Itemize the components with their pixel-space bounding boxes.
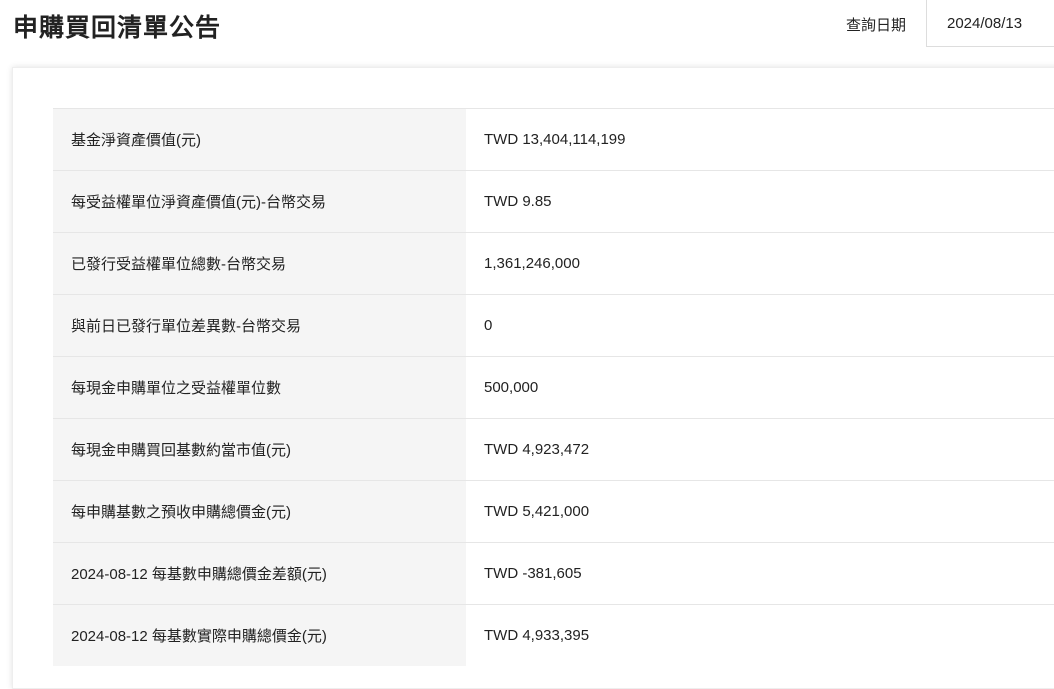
info-card: 基金淨資產價值(元) TWD 13,404,114,199 每受益權單位淨資產價值(…	[12, 67, 1054, 689]
table-row: 與前日已發行單位差異數-台幣交易 0	[53, 294, 1054, 357]
row-value: TWD 5,421,000	[466, 480, 1054, 543]
table-row: 基金淨資產價值(元) TWD 13,404,114,199	[53, 108, 1054, 171]
row-label: 基金淨資產價值(元)	[53, 108, 466, 171]
row-label: 與前日已發行單位差異數-台幣交易	[53, 294, 466, 357]
row-value: TWD 13,404,114,199	[466, 108, 1054, 171]
row-value: TWD 9.85	[466, 170, 1054, 233]
row-value: TWD 4,933,395	[466, 604, 1054, 666]
row-label: 2024-08-12 每基數實際申購總價金(元)	[53, 604, 466, 666]
table-row: 每現金申購單位之受益權單位數 500,000	[53, 356, 1054, 419]
row-value: 0	[466, 294, 1054, 357]
row-value: TWD -381,605	[466, 542, 1054, 605]
row-value: 500,000	[466, 356, 1054, 419]
table-row: 2024-08-12 每基數實際申購總價金(元) TWD 4,933,395	[53, 604, 1054, 666]
fund-info-table: 基金淨資產價值(元) TWD 13,404,114,199 每受益權單位淨資產價值(…	[53, 108, 1054, 666]
query-date-input[interactable]: 2024/08/13	[926, 0, 1054, 47]
row-label: 每申購基數之預收申購總價金(元)	[53, 480, 466, 543]
page-title: 申購買回清單公告	[13, 14, 222, 42]
table-row: 每申購基數之預收申購總價金(元) TWD 5,421,000	[53, 480, 1054, 543]
row-label: 每受益權單位淨資產價值(元)-台幣交易	[53, 170, 466, 233]
table-row: 每受益權單位淨資產價值(元)-台幣交易 TWD 9.85	[53, 170, 1054, 233]
table-row: 已發行受益權單位總數-台幣交易 1,361,246,000	[53, 232, 1054, 295]
row-value: 1,361,246,000	[466, 232, 1054, 295]
query-date-label: 查詢日期	[846, 17, 907, 34]
row-label: 每現金申購單位之受益權單位數	[53, 356, 466, 419]
row-value: TWD 4,923,472	[466, 418, 1054, 481]
row-label: 已發行受益權單位總數-台幣交易	[53, 232, 466, 295]
row-label: 每現金申購買回基數約當市值(元)	[53, 418, 466, 481]
row-label: 2024-08-12 每基數申購總價金差額(元)	[53, 542, 466, 605]
table-row: 2024-08-12 每基數申購總價金差額(元) TWD -381,605	[53, 542, 1054, 605]
table-row: 每現金申購買回基數約當市值(元) TWD 4,923,472	[53, 418, 1054, 481]
